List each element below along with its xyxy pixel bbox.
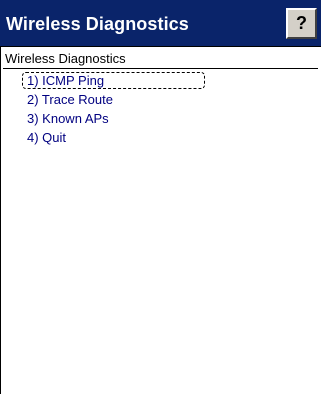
- menu-item-quit[interactable]: 4) Quit: [22, 129, 205, 146]
- window-left-border: [0, 47, 1, 394]
- heading-divider: [3, 68, 318, 69]
- menu-item-trace-route[interactable]: 2) Trace Route: [22, 91, 205, 108]
- window-title: Wireless Diagnostics: [6, 14, 189, 34]
- app-window: Wireless Diagnostics ? Wireless Diagnost…: [0, 0, 321, 394]
- diagnostics-menu: 1) ICMP Ping 2) Trace Route 3) Known APs…: [22, 72, 205, 148]
- menu-item-icmp-ping[interactable]: 1) ICMP Ping: [22, 72, 205, 89]
- menu-item-known-aps[interactable]: 3) Known APs: [22, 110, 205, 127]
- page-heading: Wireless Diagnostics: [5, 51, 126, 66]
- title-bar: Wireless Diagnostics ?: [0, 0, 321, 47]
- help-button[interactable]: ?: [286, 8, 317, 39]
